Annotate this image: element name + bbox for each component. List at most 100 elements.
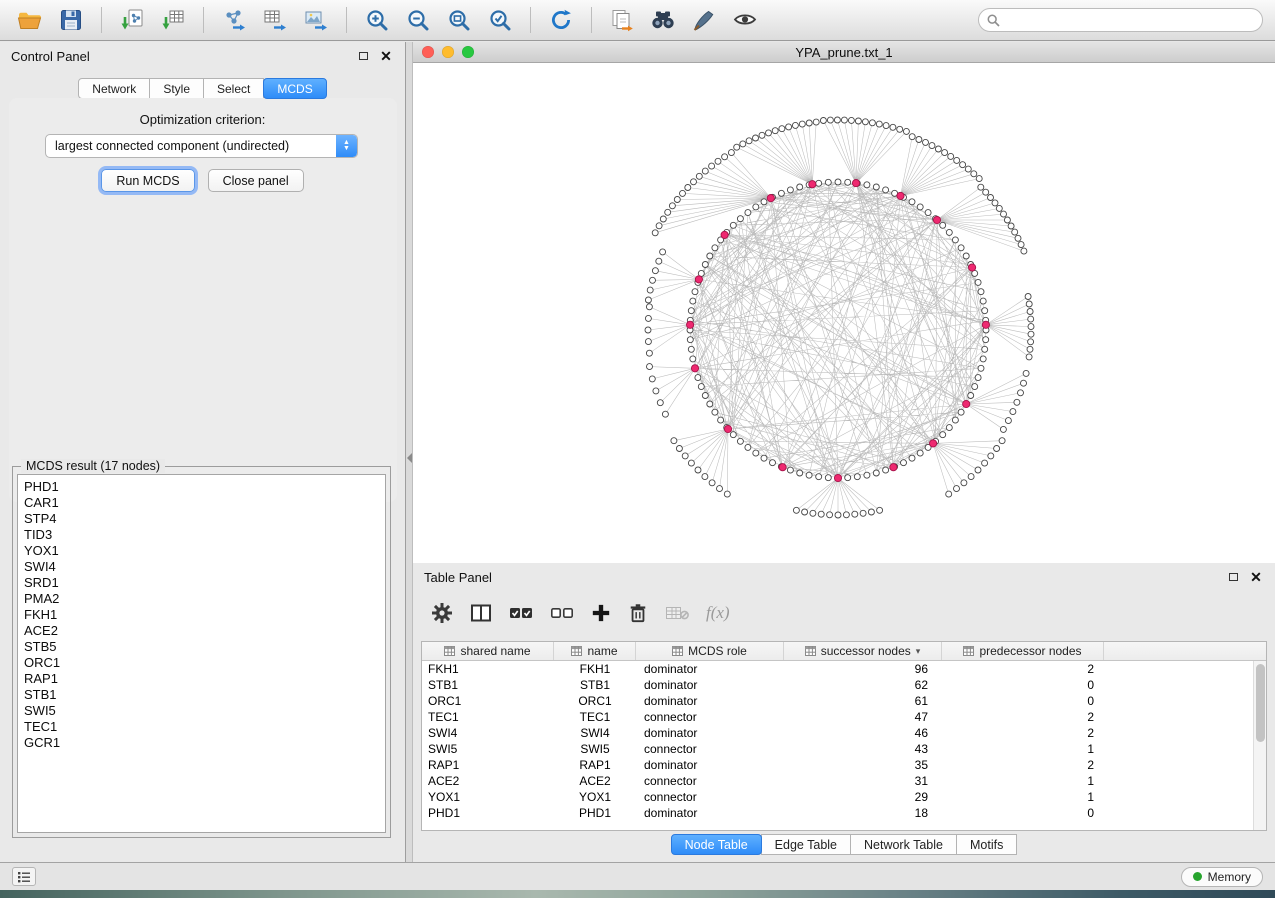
network-leaf-node[interactable] xyxy=(1028,331,1034,337)
cell-mcds-role[interactable]: dominator xyxy=(636,693,784,709)
network-node[interactable] xyxy=(901,460,907,466)
cell-shared-name[interactable]: SWI4 xyxy=(422,725,554,741)
network-leaf-node[interactable] xyxy=(1000,426,1006,432)
cell-mcds-role[interactable]: connector xyxy=(636,789,784,805)
network-leaf-node[interactable] xyxy=(646,350,652,356)
network-leaf-node[interactable] xyxy=(820,118,826,124)
cell-shared-name[interactable]: ORC1 xyxy=(422,693,554,709)
network-leaf-node[interactable] xyxy=(897,126,903,132)
network-leaf-node[interactable] xyxy=(834,117,840,123)
cell-mcds-role[interactable]: dominator xyxy=(636,725,784,741)
network-node[interactable] xyxy=(952,237,958,243)
network-leaf-node[interactable] xyxy=(1015,235,1021,241)
network-leaf-node[interactable] xyxy=(862,119,868,125)
cell-predecessor-nodes[interactable]: 1 xyxy=(942,773,1104,789)
network-dominator-node[interactable] xyxy=(721,231,728,238)
network-dominator-node[interactable] xyxy=(695,276,702,283)
network-node[interactable] xyxy=(698,384,704,390)
network-leaf-node[interactable] xyxy=(835,512,841,518)
show-graphics-details-button[interactable] xyxy=(727,4,763,36)
network-node[interactable] xyxy=(825,475,831,481)
cell-predecessor-nodes[interactable]: 0 xyxy=(942,805,1104,821)
zoom-in-button[interactable] xyxy=(359,4,395,36)
table-row[interactable]: STB1 STB1 dominator 62 0 xyxy=(422,677,1266,693)
network-leaf-node[interactable] xyxy=(1021,380,1027,386)
network-leaf-node[interactable] xyxy=(975,467,981,473)
network-node[interactable] xyxy=(707,401,713,407)
network-leaf-node[interactable] xyxy=(877,507,883,513)
cell-predecessor-nodes[interactable]: 2 xyxy=(942,757,1104,773)
network-leaf-node[interactable] xyxy=(988,195,994,201)
tab-node-table[interactable]: Node Table xyxy=(671,834,762,855)
close-panel-action-button[interactable]: Close panel xyxy=(208,169,304,192)
mcds-result-item[interactable]: TID3 xyxy=(18,527,385,543)
network-leaf-node[interactable] xyxy=(1028,324,1034,330)
network-leaf-node[interactable] xyxy=(818,511,824,517)
network-node[interactable] xyxy=(687,337,693,343)
zoom-fit-button[interactable] xyxy=(441,4,477,36)
network-node[interactable] xyxy=(712,409,718,415)
table-row[interactable]: TEC1 TEC1 connector 47 2 xyxy=(422,709,1266,725)
network-leaf-node[interactable] xyxy=(1018,242,1024,248)
network-titlebar[interactable]: YPA_prune.txt_1 xyxy=(413,42,1275,63)
network-leaf-node[interactable] xyxy=(680,190,686,196)
network-node[interactable] xyxy=(816,474,822,480)
network-leaf-node[interactable] xyxy=(1005,418,1011,424)
splitter-collapse-icon[interactable] xyxy=(407,453,412,463)
network-leaf-node[interactable] xyxy=(728,150,734,156)
tab-select[interactable]: Select xyxy=(203,78,264,99)
network-leaf-node[interactable] xyxy=(935,146,941,152)
network-dominator-node[interactable] xyxy=(890,464,897,471)
cell-mcds-role[interactable]: dominator xyxy=(636,677,784,693)
network-dominator-node[interactable] xyxy=(930,440,937,447)
network-leaf-node[interactable] xyxy=(799,121,805,127)
network-leaf-node[interactable] xyxy=(709,163,715,169)
cell-shared-name[interactable]: FKH1 xyxy=(422,661,554,677)
cell-mcds-role[interactable]: connector xyxy=(636,741,784,757)
panel-splitter[interactable] xyxy=(406,42,413,862)
network-node[interactable] xyxy=(692,289,698,295)
clear-all-columns-button[interactable] xyxy=(550,599,574,627)
network-leaf-node[interactable] xyxy=(674,197,680,203)
network-node[interactable] xyxy=(925,210,931,216)
cell-mcds-role[interactable]: dominator xyxy=(636,661,784,677)
network-node[interactable] xyxy=(825,179,831,185)
network-node[interactable] xyxy=(980,356,986,362)
open-file-button[interactable] xyxy=(12,4,48,36)
export-table-button[interactable] xyxy=(257,4,293,36)
clone-network-button[interactable] xyxy=(604,4,640,36)
cell-name[interactable]: SWI5 xyxy=(554,741,636,757)
network-node[interactable] xyxy=(975,279,981,285)
network-node[interactable] xyxy=(909,455,915,461)
table-row[interactable]: RAP1 RAP1 dominator 35 2 xyxy=(422,757,1266,773)
network-leaf-node[interactable] xyxy=(645,315,651,321)
network-leaf-node[interactable] xyxy=(1001,211,1007,217)
cell-successor-nodes[interactable]: 46 xyxy=(784,725,942,741)
column-header-predecessor-nodes[interactable]: predecessor nodes xyxy=(942,642,1104,660)
network-dominator-node[interactable] xyxy=(852,180,859,187)
network-node[interactable] xyxy=(873,184,879,190)
column-header-name[interactable]: name xyxy=(554,642,636,660)
tab-style[interactable]: Style xyxy=(149,78,204,99)
table-row[interactable]: ORC1 ORC1 dominator 61 0 xyxy=(422,693,1266,709)
zoom-selected-button[interactable] xyxy=(482,4,518,36)
network-node[interactable] xyxy=(770,460,776,466)
network-leaf-node[interactable] xyxy=(852,511,858,517)
network-leaf-node[interactable] xyxy=(1008,223,1014,229)
mcds-result-item[interactable]: GCR1 xyxy=(18,735,385,751)
network-leaf-node[interactable] xyxy=(734,144,740,150)
close-window-button[interactable] xyxy=(422,46,434,58)
network-leaf-node[interactable] xyxy=(1018,390,1024,396)
network-leaf-node[interactable] xyxy=(1014,399,1020,405)
network-node[interactable] xyxy=(690,356,696,362)
network-leaf-node[interactable] xyxy=(652,268,658,274)
mcds-result-list[interactable]: PHD1CAR1STP4TID3YOX1SWI4SRD1PMA2FKH1ACE2… xyxy=(17,474,386,833)
network-leaf-node[interactable] xyxy=(1026,354,1032,360)
network-leaf-node[interactable] xyxy=(841,117,847,123)
network-leaf-node[interactable] xyxy=(992,200,998,206)
network-leaf-node[interactable] xyxy=(909,134,915,140)
network-leaf-node[interactable] xyxy=(740,141,746,147)
table-row[interactable]: SWI4 SWI4 dominator 46 2 xyxy=(422,725,1266,741)
network-leaf-node[interactable] xyxy=(810,510,816,516)
network-node[interactable] xyxy=(737,216,743,222)
